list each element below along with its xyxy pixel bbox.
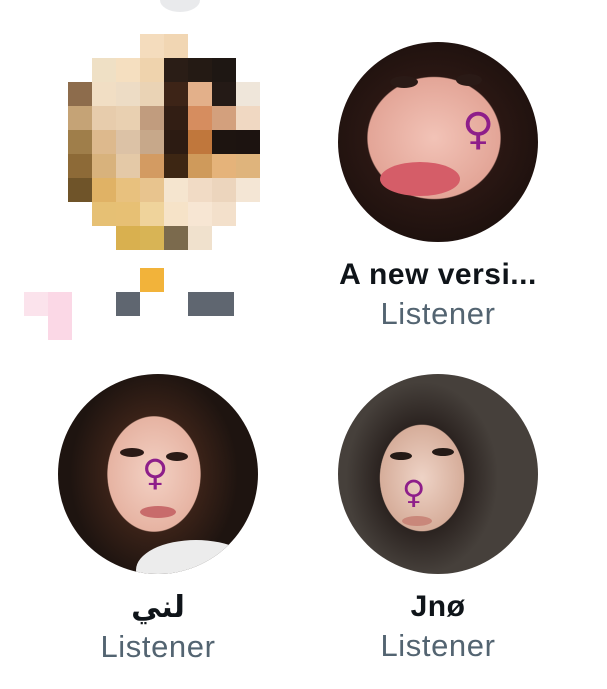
listener-card[interactable]: ♀ لني Listener <box>38 374 278 665</box>
listener-avatar: ♀ <box>58 374 258 574</box>
listener-card[interactable]: ♀ A new versi... Listener <box>318 42 558 332</box>
top-avatar-edge <box>160 0 200 12</box>
listener-role: Listener <box>380 628 496 663</box>
listener-role: Listener <box>100 629 216 664</box>
listener-avatar: ♀ <box>338 42 538 242</box>
listener-card-censored[interactable] <box>18 30 298 350</box>
listener-role: Listener <box>380 296 496 331</box>
listener-name: A new versi... <box>339 258 537 291</box>
venus-symbol-icon: ♀ <box>462 104 495 155</box>
venus-symbol-icon: ♀ <box>142 453 169 494</box>
venus-symbol-icon: ♀ <box>402 473 426 511</box>
listener-avatar: ♀ <box>338 374 538 574</box>
listener-card[interactable]: ♀ Jnø Listener <box>318 374 558 664</box>
listener-name: لني <box>131 591 185 624</box>
listener-name: Jnø <box>410 590 466 623</box>
